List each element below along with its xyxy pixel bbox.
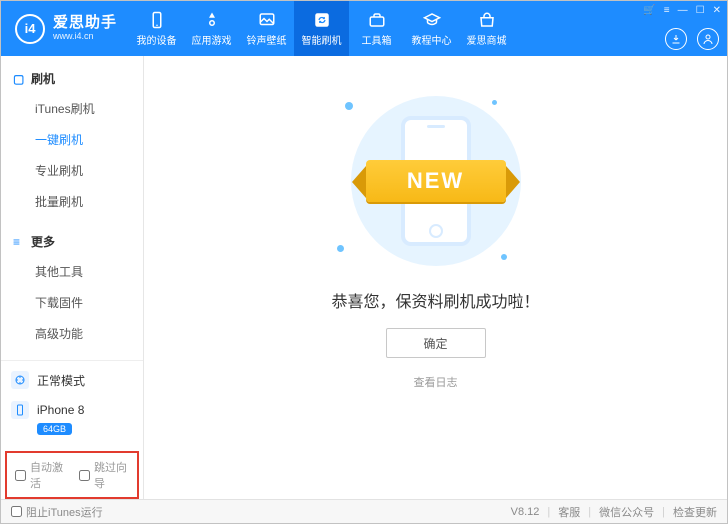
tab-apps-games[interactable]: 应用游戏 [184,1,239,56]
device-info[interactable]: iPhone 8 64GB [11,401,133,437]
refresh-icon [313,11,331,29]
image-icon [258,11,276,29]
device-name: iPhone 8 [37,403,84,417]
menu-icon[interactable]: ≡ [664,5,670,16]
header-actions [665,28,719,50]
sidebar-item-advanced[interactable]: 高级功能 [1,318,143,349]
device-icon: ▢ [13,72,25,86]
tab-store[interactable]: 爱思商城 [459,1,514,56]
graduation-icon [423,11,441,29]
tab-tutorials[interactable]: 教程中心 [404,1,459,56]
main-tabs: 我的设备 应用游戏 铃声壁纸 智能刷机 工具箱 教程中心 [129,1,514,56]
window-controls: 🛒 ≡ — ☐ ✕ [643,5,721,16]
download-button[interactable] [665,28,687,50]
more-icon: ≡ [13,235,25,249]
block-itunes-input[interactable] [11,506,22,517]
phone-icon [11,401,29,419]
success-message: 恭喜您，保资料刷机成功啦！ [331,288,539,312]
auto-activate-label: 自动激活 [30,459,65,491]
cart-icon[interactable]: 🛒 [643,5,655,16]
auto-activate-input[interactable] [15,470,26,481]
tab-label: 教程中心 [412,32,452,47]
success-illustration: NEW [331,96,541,266]
sidebar-group-title: 更多 [31,233,55,250]
support-link[interactable]: 客服 [558,504,580,520]
options-highlight-box: 自动激活 跳过向导 [5,451,139,499]
sidebar-footer: 正常模式 iPhone 8 64GB [1,360,143,447]
main-content: NEW 恭喜您，保资料刷机成功啦！ 确定 查看日志 [144,56,727,499]
check-update-link[interactable]: 检查更新 [673,504,717,520]
toolbox-icon [368,11,386,29]
body: ▢ 刷机 iTunes刷机 一键刷机 专业刷机 批量刷机 ≡ 更多 其他工具 下… [1,56,727,499]
status-bar: 阻止iTunes运行 V8.12 | 客服 | 微信公众号 | 检查更新 [1,499,727,523]
mode-icon [11,371,29,389]
title-bar: i4 爱思助手 www.i4.cn 我的设备 应用游戏 铃声壁纸 智能刷机 [1,1,727,56]
device-mode-label: 正常模式 [37,372,85,389]
logo: i4 爱思助手 www.i4.cn [1,14,129,44]
storage-badge: 64GB [37,423,72,435]
sidebar-group-flash: ▢ 刷机 [1,64,143,93]
tab-label: 智能刷机 [302,32,342,47]
user-button[interactable] [697,28,719,50]
sidebar-item-other-tools[interactable]: 其他工具 [1,256,143,287]
tab-label: 爱思商城 [467,32,507,47]
app-name: 爱思助手 [53,15,117,32]
sidebar-item-itunes-flash[interactable]: iTunes刷机 [1,93,143,124]
sidebar-group-more: ≡ 更多 [1,227,143,256]
tab-label: 应用游戏 [192,32,232,47]
logo-icon: i4 [15,14,45,44]
block-itunes-label: 阻止iTunes运行 [26,504,103,520]
tab-my-device[interactable]: 我的设备 [129,1,184,56]
apps-icon [203,11,221,29]
tab-label: 工具箱 [362,32,392,47]
sidebar-item-pro-flash[interactable]: 专业刷机 [1,155,143,186]
app-url: www.i4.cn [53,32,117,42]
ok-button[interactable]: 确定 [386,328,486,358]
device-mode-row[interactable]: 正常模式 [11,371,133,389]
maximize-button[interactable]: ☐ [696,5,705,16]
tab-ringtones-wallpapers[interactable]: 铃声壁纸 [239,1,294,56]
sidebar-group-title: 刷机 [31,70,55,87]
sidebar-item-download-firmware[interactable]: 下载固件 [1,287,143,318]
tab-label: 铃声壁纸 [247,32,287,47]
sidebar: ▢ 刷机 iTunes刷机 一键刷机 专业刷机 批量刷机 ≡ 更多 其他工具 下… [1,56,144,499]
app-window: i4 爱思助手 www.i4.cn 我的设备 应用游戏 铃声壁纸 智能刷机 [0,0,728,524]
tab-toolbox[interactable]: 工具箱 [349,1,404,56]
store-icon [478,11,496,29]
skip-wizard-checkbox[interactable]: 跳过向导 [79,459,129,491]
close-button[interactable]: ✕ [713,5,721,16]
tab-label: 我的设备 [137,32,177,47]
tab-smart-flash[interactable]: 智能刷机 [294,1,349,56]
auto-activate-checkbox[interactable]: 自动激活 [15,459,65,491]
block-itunes-checkbox[interactable]: 阻止iTunes运行 [11,504,103,520]
skip-wizard-label: 跳过向导 [94,459,129,491]
sidebar-item-batch-flash[interactable]: 批量刷机 [1,186,143,217]
new-ribbon: NEW [366,160,506,202]
minimize-button[interactable]: — [678,5,688,16]
view-log-link[interactable]: 查看日志 [414,374,458,390]
sidebar-item-oneclick-flash[interactable]: 一键刷机 [1,124,143,155]
wechat-link[interactable]: 微信公众号 [599,504,654,520]
version-label: V8.12 [511,506,540,518]
skip-wizard-input[interactable] [79,470,90,481]
phone-icon [148,11,166,29]
